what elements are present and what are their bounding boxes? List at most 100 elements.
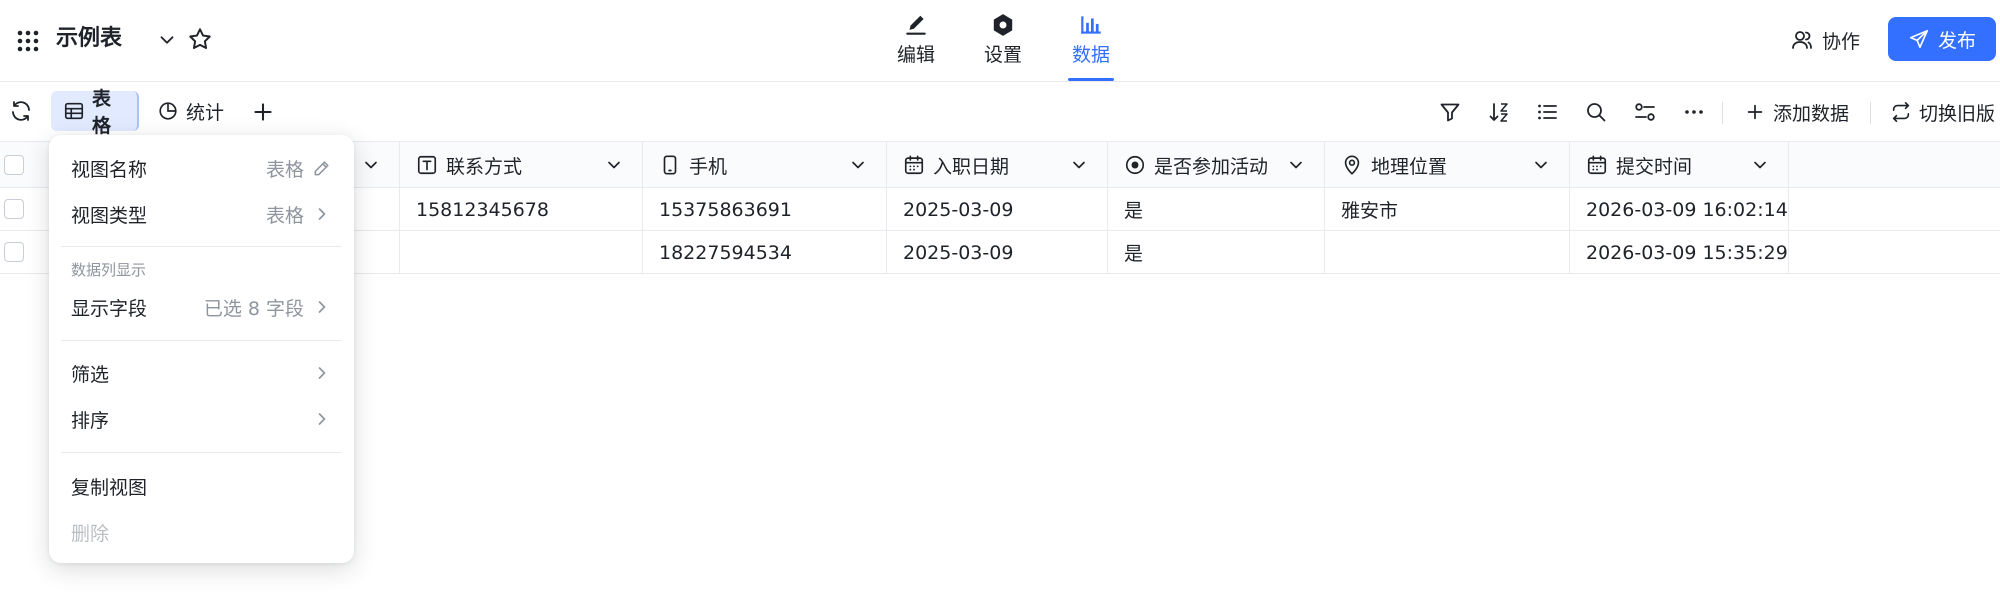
column-header-location[interactable]: 地理位置 bbox=[1325, 142, 1570, 188]
radio-icon bbox=[1124, 154, 1146, 176]
chevron-right-icon bbox=[312, 297, 332, 317]
table-cell[interactable]: 15812345678 bbox=[400, 188, 643, 231]
list-icon[interactable] bbox=[1535, 100, 1559, 124]
add-data-button[interactable]: 添加数据 bbox=[1744, 94, 1849, 130]
publish-button[interactable]: 发布 bbox=[1888, 17, 1996, 61]
menu-item-label: 显示字段 bbox=[71, 297, 148, 320]
users-icon bbox=[1790, 28, 1814, 52]
table-cell[interactable]: 是 bbox=[1108, 188, 1325, 231]
menu-item-view-name[interactable]: 视图名称 表格 bbox=[49, 147, 354, 189]
collaborate-label: 协作 bbox=[1822, 30, 1861, 53]
column-label: 手机 bbox=[689, 155, 728, 178]
filter-icon[interactable] bbox=[1438, 100, 1462, 124]
toolbar-divider bbox=[1870, 102, 1871, 124]
switch-old-version-button[interactable]: 切换旧版 bbox=[1890, 94, 1995, 130]
column-header-hire-date[interactable]: 入职日期 bbox=[887, 142, 1108, 188]
phone-icon bbox=[659, 154, 681, 176]
top-bar: 示例表 编辑 设置 数据 协作 发布 bbox=[0, 0, 2000, 82]
menu-group-label: 数据列显示 bbox=[71, 261, 147, 279]
table-cell[interactable]: 雅安市 bbox=[1325, 188, 1570, 231]
publish-label: 发布 bbox=[1937, 29, 1976, 52]
table-cell[interactable] bbox=[400, 231, 643, 274]
menu-item-filter[interactable]: 筛选 bbox=[49, 352, 354, 394]
menu-item-label: 视图名称 bbox=[71, 158, 148, 181]
chevron-right-icon bbox=[312, 204, 332, 224]
chevron-down-icon[interactable] bbox=[1069, 155, 1089, 175]
column-label: 联系方式 bbox=[446, 155, 523, 178]
menu-item-view-type[interactable]: 视图类型 表格 bbox=[49, 193, 354, 235]
view-tab-stats[interactable]: 统计 bbox=[145, 91, 236, 131]
column-header-join-activity[interactable]: 是否参加活动 bbox=[1108, 142, 1325, 188]
chevron-down-icon[interactable] bbox=[1750, 155, 1770, 175]
display-fields-value: 已选 8 字段 bbox=[203, 297, 304, 320]
swap-icon bbox=[1890, 101, 1912, 123]
toolbar: 表格 统计 添加数据 切换旧版 bbox=[0, 82, 2000, 142]
star-icon[interactable] bbox=[187, 26, 213, 52]
table-cell[interactable]: 18227594534 bbox=[643, 231, 887, 274]
chevron-down-icon[interactable] bbox=[361, 155, 381, 175]
chevron-down-icon[interactable] bbox=[1286, 155, 1306, 175]
column-header-phone[interactable]: 手机 bbox=[643, 142, 887, 188]
menu-item-display-fields[interactable]: 显示字段 已选 8 字段 bbox=[49, 286, 354, 328]
refresh-icon[interactable] bbox=[9, 99, 33, 123]
column-label: 入职日期 bbox=[933, 155, 1010, 178]
sort-icon[interactable] bbox=[1487, 100, 1511, 124]
tab-edit[interactable]: 编辑 bbox=[886, 10, 946, 70]
location-icon bbox=[1341, 154, 1363, 176]
tab-data-label: 数据 bbox=[1071, 44, 1110, 66]
send-icon bbox=[1908, 28, 1930, 50]
table-cell[interactable]: 2025-03-09 bbox=[887, 188, 1108, 231]
column-header-contact[interactable]: 联系方式 bbox=[400, 142, 643, 188]
menu-item-label: 删除 bbox=[71, 522, 110, 545]
row-height-icon[interactable] bbox=[1633, 100, 1657, 124]
menu-item-label: 视图类型 bbox=[71, 204, 148, 227]
pencil-icon[interactable] bbox=[312, 158, 332, 178]
menu-divider bbox=[61, 246, 342, 247]
menu-item-label: 复制视图 bbox=[71, 476, 148, 499]
tab-data[interactable]: 数据 bbox=[1061, 10, 1121, 70]
menu-item-sort[interactable]: 排序 bbox=[49, 398, 354, 440]
column-label: 地理位置 bbox=[1371, 155, 1448, 178]
table-cell[interactable]: 2026-03-09 16:02:14 bbox=[1570, 188, 1789, 231]
calendar-icon bbox=[1586, 154, 1608, 176]
tab-edit-label: 编辑 bbox=[896, 44, 935, 66]
hexagon-gear-icon bbox=[990, 12, 1016, 38]
table-cell[interactable] bbox=[1325, 231, 1570, 274]
row-checkbox[interactable] bbox=[4, 242, 24, 262]
add-view-icon[interactable] bbox=[250, 99, 276, 125]
chevron-down-icon[interactable] bbox=[156, 29, 178, 51]
collaborate-button[interactable]: 协作 bbox=[1780, 20, 1880, 60]
select-all-checkbox[interactable] bbox=[4, 155, 24, 175]
menu-divider bbox=[61, 452, 342, 453]
view-tab-table-label: 表格 bbox=[92, 88, 112, 137]
menu-item-copy-view[interactable]: 复制视图 bbox=[49, 465, 354, 507]
row-checkbox[interactable] bbox=[4, 199, 24, 219]
menu-item-label: 筛选 bbox=[71, 363, 110, 386]
chevron-down-icon[interactable] bbox=[848, 155, 868, 175]
menu-divider bbox=[61, 340, 342, 341]
switch-old-version-label: 切换旧版 bbox=[1919, 102, 1996, 125]
chevron-down-icon[interactable] bbox=[1531, 155, 1551, 175]
tab-settings-label: 设置 bbox=[983, 44, 1022, 66]
column-label: 是否参加活动 bbox=[1154, 155, 1269, 178]
menu-item-delete: 删除 bbox=[49, 511, 354, 553]
column-header-submit-time[interactable]: 提交时间 bbox=[1570, 142, 1789, 188]
more-icon[interactable] bbox=[1682, 100, 1706, 124]
plus-icon bbox=[1744, 101, 1766, 123]
edit-pen-icon bbox=[903, 12, 929, 38]
table-cell[interactable]: 是 bbox=[1108, 231, 1325, 274]
view-options-menu: 视图名称 表格 视图类型 表格 数据列显示 显示字段 已选 8 字段 筛选 排序… bbox=[49, 135, 354, 563]
apps-grid-icon[interactable] bbox=[16, 29, 40, 53]
chevron-down-icon[interactable] bbox=[604, 155, 624, 175]
bar-chart-icon bbox=[1078, 12, 1104, 38]
view-tab-table[interactable]: 表格 bbox=[51, 88, 139, 137]
tab-settings[interactable]: 设置 bbox=[973, 10, 1033, 70]
table-icon bbox=[63, 100, 85, 122]
table-cell[interactable]: 2025-03-09 bbox=[887, 231, 1108, 274]
view-name-value: 表格 bbox=[265, 158, 304, 181]
table-cell[interactable]: 2026-03-09 15:35:29 bbox=[1570, 231, 1789, 274]
app-title: 示例表 bbox=[56, 26, 123, 51]
search-icon[interactable] bbox=[1584, 100, 1608, 124]
table-cell[interactable]: 15375863691 bbox=[643, 188, 887, 231]
calendar-icon bbox=[903, 154, 925, 176]
